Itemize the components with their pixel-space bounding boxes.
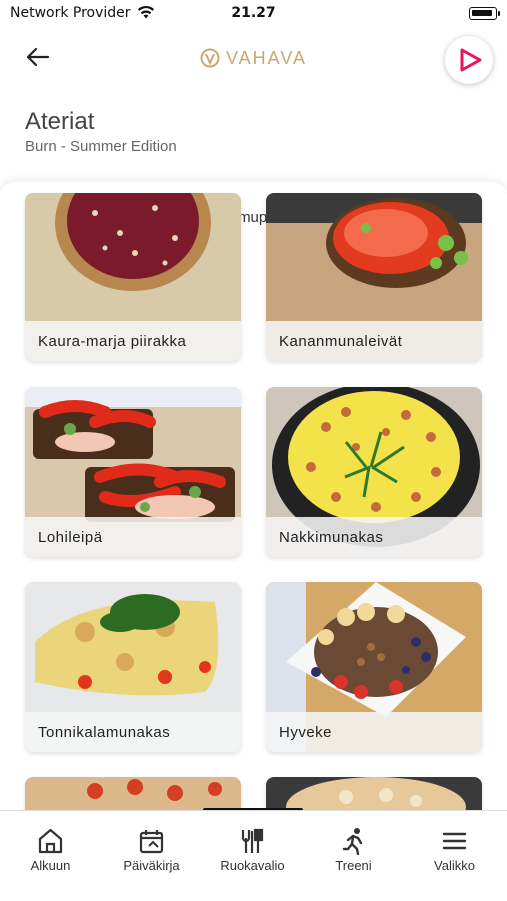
tab-diet[interactable]: Ruokavalio: [202, 811, 303, 901]
tab-label: Päiväkirja: [123, 858, 180, 873]
logo-mark-icon: [200, 48, 220, 73]
page-subtitle: Burn - Summer Edition: [25, 138, 177, 155]
clock: 21.27: [231, 5, 276, 21]
meal-card[interactable]: Kananmunaleivät: [266, 193, 482, 361]
meal-photo: [25, 777, 241, 812]
meal-name: Kaura-marja piirakka: [25, 321, 241, 361]
tab-diary[interactable]: Päiväkirja: [101, 811, 202, 901]
meal-card[interactable]: Hyveke: [266, 582, 482, 752]
meal-card[interactable]: Kaura-marja piirakka: [25, 193, 241, 361]
tab-label: Treeni: [335, 858, 372, 873]
status-bar: Network Provider 21.27: [0, 0, 507, 28]
page-title: Ateriat: [25, 108, 95, 135]
meal-name: Lohileipä: [25, 517, 241, 557]
meal-name: Kananmunaleivät: [266, 321, 482, 361]
play-button[interactable]: [445, 36, 493, 84]
menu-icon: [442, 832, 467, 850]
meals-panel: Aamupala Kaura-marja piirakka Kananmunal…: [0, 182, 507, 812]
meal-card[interactable]: Tonnikalamunakas: [25, 582, 241, 752]
bottom-tab-bar: Alkuun Päiväkirja Ruokavalio Treeni Vali…: [0, 810, 507, 900]
tab-home[interactable]: Alkuun: [0, 811, 101, 901]
meal-name: Hyveke: [266, 712, 482, 752]
meal-card[interactable]: Nakkimunakas: [266, 387, 482, 557]
running-icon: [342, 828, 363, 855]
battery-icon: [469, 7, 500, 20]
logo-text: VAHAVA: [225, 48, 308, 68]
calendar-icon: [139, 830, 164, 854]
meal-name: Tonnikalamunakas: [25, 712, 241, 752]
home-icon: [38, 828, 63, 854]
play-icon: [460, 48, 482, 72]
tab-training[interactable]: Treeni: [303, 811, 404, 901]
tab-label: Ruokavalio: [220, 858, 285, 873]
tab-label: Alkuun: [30, 858, 71, 873]
brand-logo: VAHAVA: [0, 48, 507, 73]
app-header: VAHAVA: [0, 30, 507, 90]
meal-name: Nakkimunakas: [266, 517, 482, 557]
meal-card[interactable]: [266, 777, 482, 812]
meal-card[interactable]: [25, 777, 241, 812]
tab-menu[interactable]: Valikko: [404, 811, 505, 901]
cutlery-icon: [241, 828, 264, 853]
tab-label: Valikko: [434, 858, 475, 873]
meal-card[interactable]: Lohileipä: [25, 387, 241, 557]
meal-photo: [266, 777, 482, 812]
